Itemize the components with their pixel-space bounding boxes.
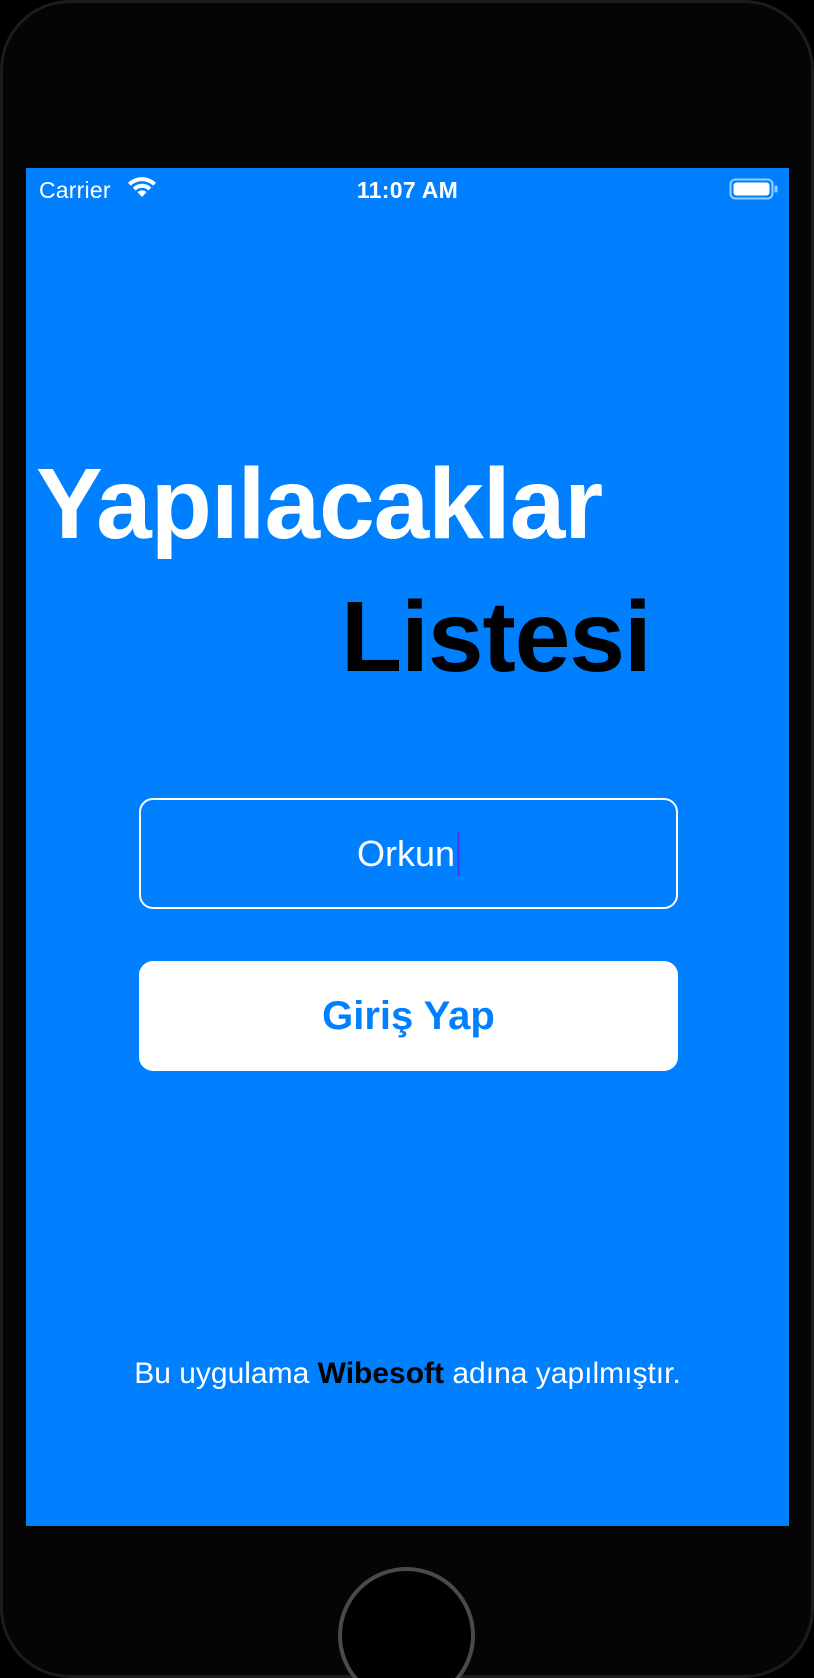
device-frame: Carrier 11:07 AM Yapılacaklar Listesi Or…	[0, 0, 814, 1678]
name-input[interactable]: Orkun	[139, 798, 678, 909]
footer-suffix: adına yapılmıştır.	[444, 1357, 681, 1390]
battery-icon	[729, 177, 779, 201]
title-line-2: Listesi	[341, 581, 652, 693]
name-input-value: Orkun	[356, 832, 456, 874]
title-line-1: Yapılacaklar	[36, 448, 603, 560]
text-cursor	[457, 831, 461, 876]
app-screen: Carrier 11:07 AM Yapılacaklar Listesi Or…	[26, 168, 789, 1526]
status-bar: Carrier 11:07 AM	[26, 168, 789, 212]
footer-brand: Wibesoft	[317, 1357, 445, 1390]
login-button[interactable]: Giriş Yap	[139, 961, 678, 1071]
status-time: 11:07 AM	[356, 177, 459, 203]
footer-credit: Bu uygulama Wibesoft adına yapılmıştır.	[26, 1354, 789, 1394]
footer-prefix: Bu uygulama	[134, 1357, 318, 1390]
